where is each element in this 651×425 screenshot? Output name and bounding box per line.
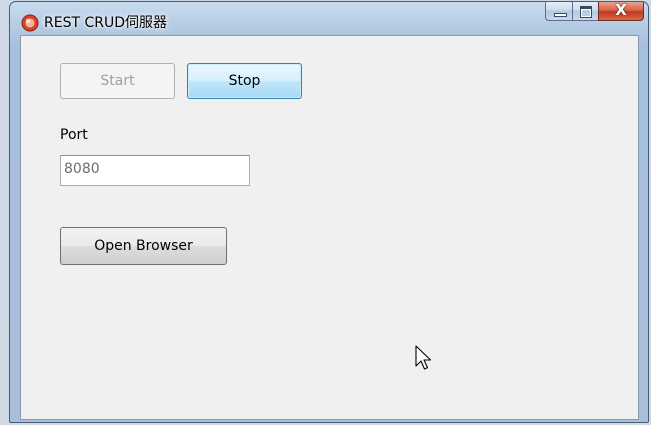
open-browser-button[interactable]: Open Browser bbox=[60, 227, 227, 265]
start-button[interactable]: Start bbox=[60, 63, 175, 99]
port-label: Port bbox=[60, 127, 88, 143]
stop-button[interactable]: Stop bbox=[187, 63, 302, 99]
app-icon bbox=[21, 14, 39, 32]
maximize-icon bbox=[580, 6, 592, 18]
caption-buttons: X bbox=[545, 2, 644, 22]
app-window: REST CRUD伺服器 X Start Stop Port 8080 Open… bbox=[9, 1, 649, 423]
close-icon: X bbox=[615, 1, 627, 19]
maximize-button[interactable] bbox=[572, 2, 598, 21]
window-title: REST CRUD伺服器 bbox=[44, 15, 167, 31]
client-area: Start Stop Port 8080 Open Browser bbox=[20, 35, 639, 420]
mouse-pointer-icon bbox=[415, 345, 432, 370]
minimize-icon bbox=[554, 13, 567, 17]
port-input[interactable]: 8080 bbox=[60, 155, 250, 186]
minimize-button[interactable] bbox=[545, 2, 572, 21]
close-button[interactable]: X bbox=[598, 2, 644, 21]
